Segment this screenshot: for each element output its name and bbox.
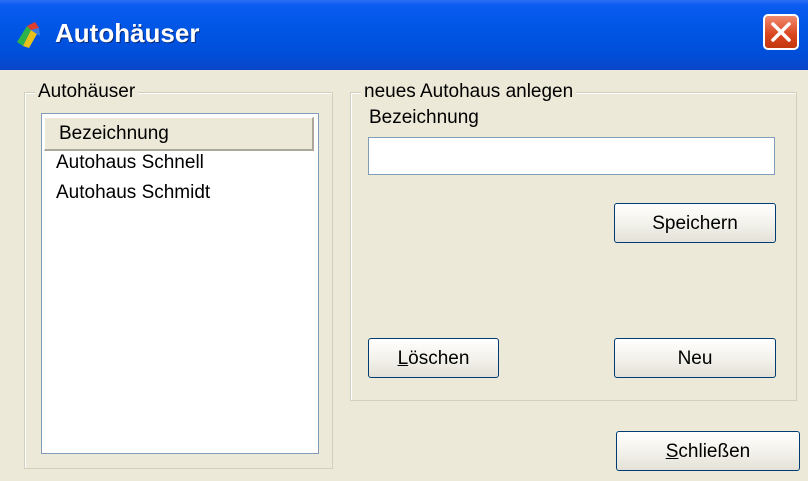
title-bar[interactable]: Autohäuser xyxy=(0,0,808,70)
close-button[interactable] xyxy=(763,14,799,50)
bezeichnung-input[interactable] xyxy=(368,137,775,175)
list-item[interactable]: Autohaus Schmidt xyxy=(56,182,210,204)
delete-button-label: öschen xyxy=(408,348,470,369)
close-mnemonic: S xyxy=(665,441,679,462)
window-title: Autohäuser xyxy=(55,18,200,48)
autohaeuser-group-legend: Autohäuser xyxy=(35,81,139,103)
save-button[interactable]: Speichern xyxy=(614,203,776,243)
window: Autohäuser Autohäuser Bezeichnung Autoha… xyxy=(0,0,808,481)
save-button-label: Speichern xyxy=(652,213,738,234)
column-header-label: Bezeichnung xyxy=(59,123,169,144)
new-button[interactable]: Neu xyxy=(614,338,776,378)
list-item[interactable]: Autohaus Schnell xyxy=(56,152,204,174)
autohaus-list[interactable]: Bezeichnung Autohaus Schnell Autohaus Sc… xyxy=(41,113,319,454)
column-header-bezeichnung[interactable]: Bezeichnung xyxy=(44,117,314,151)
close-dialog-button[interactable]: Schließen xyxy=(616,431,800,471)
delete-button[interactable]: Löschen xyxy=(368,338,499,378)
new-autohaus-group-legend: neues Autohaus anlegen xyxy=(361,81,577,103)
close-dialog-button-label: chließen xyxy=(678,441,751,462)
delete-mnemonic: L xyxy=(397,348,409,369)
new-button-label: Neu xyxy=(677,348,713,369)
bezeichnung-label: Bezeichnung xyxy=(369,107,479,128)
app-icon xyxy=(17,22,40,48)
close-icon xyxy=(771,22,791,42)
